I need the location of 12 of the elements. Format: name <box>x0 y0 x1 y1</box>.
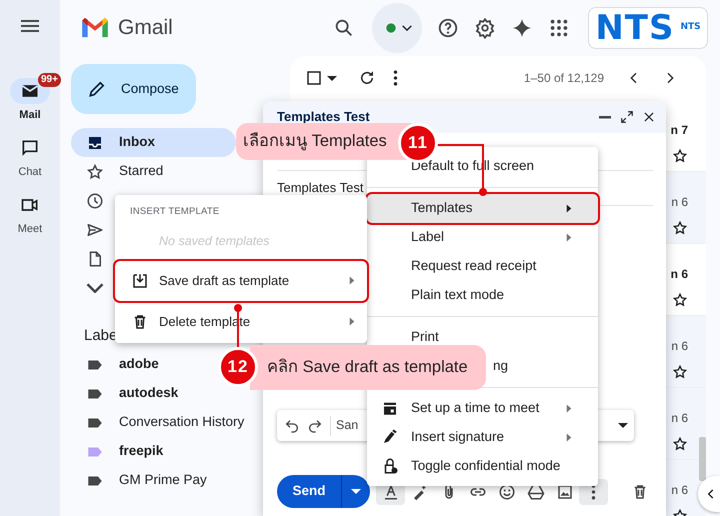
menu-heading: INSERT TEMPLATE <box>129 205 220 219</box>
step-number: 12 <box>218 347 258 387</box>
app-title: Gmail <box>118 15 173 42</box>
step-tooltip: คลิก Save draft as template <box>250 345 486 390</box>
rail-label: Meet <box>18 222 42 237</box>
logo-text: NTS <box>595 11 674 45</box>
page-range: 1–50 of 12,129 <box>524 70 604 87</box>
unread-count-badge: 99+ <box>38 73 61 87</box>
logo-subtext: NTS <box>680 21 701 34</box>
rail-label: Mail <box>19 108 41 123</box>
empty-note: No saved templates <box>158 233 270 249</box>
rail-label: Chat <box>18 165 42 180</box>
